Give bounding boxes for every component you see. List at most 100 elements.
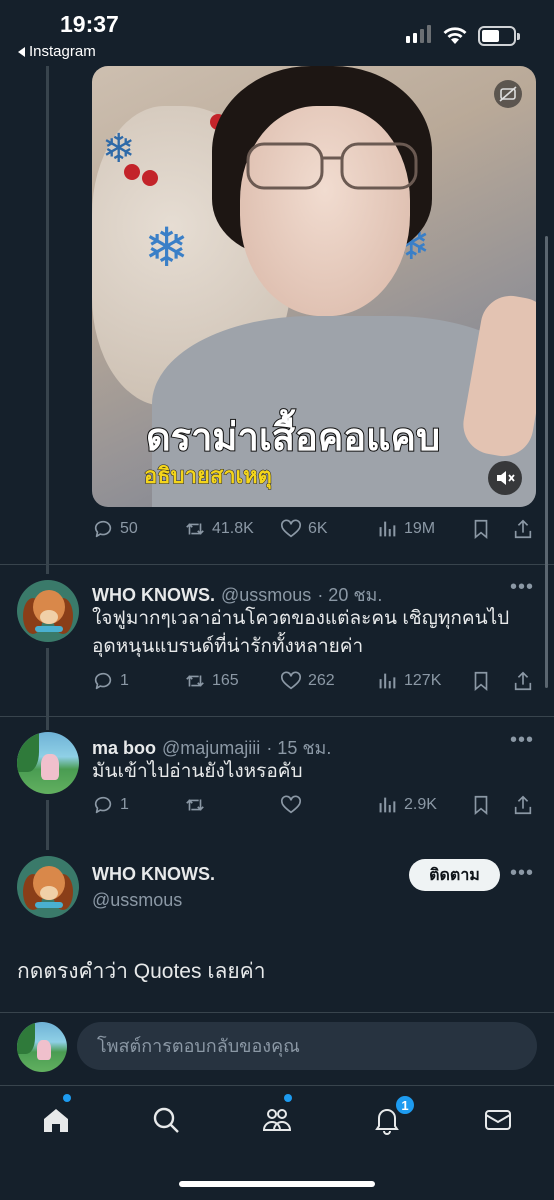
avatar[interactable]	[17, 856, 79, 918]
video-caption-sub: อธิบายสาเหตุ	[144, 463, 273, 489]
cellular-signal-icon	[406, 25, 431, 43]
tweet-text: มันเข้าไปอ่านยังไงหรอคับ	[92, 761, 303, 782]
views-icon	[379, 521, 396, 537]
thread-line	[46, 66, 49, 574]
reply-icon	[94, 520, 112, 538]
display-name[interactable]: WHO KNOWS.	[92, 864, 215, 885]
share-button[interactable]	[512, 518, 534, 540]
tweet-actions: 1 165 262 127K	[92, 670, 542, 700]
views-icon	[379, 673, 396, 689]
repost-button[interactable]: 41.8K	[184, 518, 254, 540]
like-count: 262	[308, 672, 335, 689]
display-name[interactable]: ma boo	[92, 738, 156, 759]
status-bar: 19:37 Instagram	[0, 0, 554, 66]
repost-count: 41.8K	[212, 520, 254, 537]
reply-input[interactable]	[77, 1022, 537, 1070]
divider	[0, 716, 554, 717]
reply-count: 50	[120, 520, 138, 537]
thread-line	[46, 800, 49, 850]
share-icon	[514, 795, 532, 815]
heart-icon	[281, 795, 301, 814]
more-options-icon[interactable]: •••	[510, 576, 534, 599]
search-icon	[153, 1107, 179, 1133]
scrollbar[interactable]	[545, 236, 548, 688]
bookmark-button[interactable]	[470, 518, 492, 540]
home-indicator	[179, 1181, 375, 1187]
tab-communities[interactable]	[257, 1102, 297, 1138]
repost-icon	[186, 799, 204, 811]
video-tweet-actions: 50 41.8K 6K 19M	[92, 518, 542, 548]
communities-unread-dot	[284, 1094, 292, 1102]
reply-button[interactable]: 1	[92, 670, 129, 692]
mute-icon[interactable]	[488, 461, 522, 495]
glasses	[246, 142, 418, 190]
share-button[interactable]	[512, 670, 534, 692]
follow-button[interactable]: ติดตาม	[409, 859, 500, 891]
like-button[interactable]: 262	[280, 670, 335, 692]
view-count: 2.9K	[404, 796, 437, 813]
wifi-icon	[443, 27, 467, 44]
tab-home[interactable]	[36, 1102, 76, 1138]
view-count: 127K	[404, 672, 442, 689]
repost-count: 165	[212, 672, 239, 689]
bookmark-button[interactable]	[470, 670, 492, 692]
tweet-video[interactable]: ❄ ❄ ❄ ดราม่าเสื้อคอแคบ อธิบายสาเหตุ	[92, 66, 536, 507]
view-count: 19M	[404, 520, 436, 537]
notification-badge: 1	[394, 1094, 416, 1116]
user-handle[interactable]: @majumajiii	[162, 738, 260, 759]
repost-button[interactable]: 165	[184, 670, 239, 692]
back-app-label: Instagram	[29, 43, 96, 60]
communities-icon	[262, 1109, 292, 1131]
tab-search[interactable]	[146, 1102, 186, 1138]
reply-count: 1	[120, 796, 129, 813]
home-icon	[44, 1109, 68, 1132]
divider	[0, 1012, 554, 1013]
user-handle[interactable]: @ussmous	[221, 585, 311, 606]
more-options-icon[interactable]: •••	[510, 862, 534, 885]
heart-icon	[281, 671, 301, 690]
reply-count: 1	[120, 672, 129, 689]
heart-icon	[281, 519, 301, 538]
repost-icon	[186, 523, 204, 535]
reply-button[interactable]: 50	[92, 518, 138, 540]
bookmark-icon	[474, 671, 488, 692]
bookmark-icon	[474, 795, 488, 816]
user-handle[interactable]: @ussmous	[92, 890, 182, 911]
reply-button[interactable]: 1	[92, 794, 129, 816]
bookmark-button[interactable]	[470, 794, 492, 816]
back-arrow-icon	[18, 46, 25, 57]
repost-button[interactable]	[184, 794, 206, 816]
avatar[interactable]	[17, 732, 79, 794]
display-name[interactable]: WHO KNOWS.	[92, 585, 215, 606]
like-count: 6K	[308, 520, 328, 537]
views-button[interactable]: 19M	[376, 518, 435, 540]
views-button[interactable]: 2.9K	[376, 794, 437, 816]
back-to-app-link[interactable]: Instagram	[18, 43, 96, 60]
status-time: 19:37	[60, 11, 119, 37]
tweet-actions: 1 2.9K	[92, 794, 542, 824]
share-button[interactable]	[512, 794, 534, 816]
battery-icon	[478, 26, 520, 46]
messages-icon	[485, 1110, 511, 1130]
reply-icon	[94, 796, 112, 814]
like-button[interactable]: 6K	[280, 518, 328, 540]
tab-messages[interactable]	[478, 1102, 518, 1138]
avatar[interactable]	[17, 580, 79, 642]
more-options-icon[interactable]: •••	[510, 729, 534, 752]
repost-icon	[186, 675, 204, 687]
bookmark-icon	[474, 519, 488, 540]
like-button[interactable]	[280, 794, 302, 816]
profile-name-row: WHO KNOWS.	[92, 864, 215, 885]
tweet-text: ใจฟูมากๆเวลาอ่านโควตของแต่ละคน เชิญทุกคน…	[92, 608, 510, 657]
share-icon	[514, 519, 532, 539]
subtitles-off-icon[interactable]	[494, 80, 522, 108]
divider	[0, 564, 554, 565]
profile-handle-row: @ussmous	[92, 890, 182, 911]
views-icon	[379, 797, 396, 813]
thread-line	[46, 648, 49, 730]
my-avatar	[17, 1022, 67, 1072]
snowflake-pattern: ❄	[144, 218, 190, 278]
views-button[interactable]: 127K	[376, 670, 441, 692]
home-unread-dot	[63, 1094, 71, 1102]
reply-icon	[94, 672, 112, 690]
